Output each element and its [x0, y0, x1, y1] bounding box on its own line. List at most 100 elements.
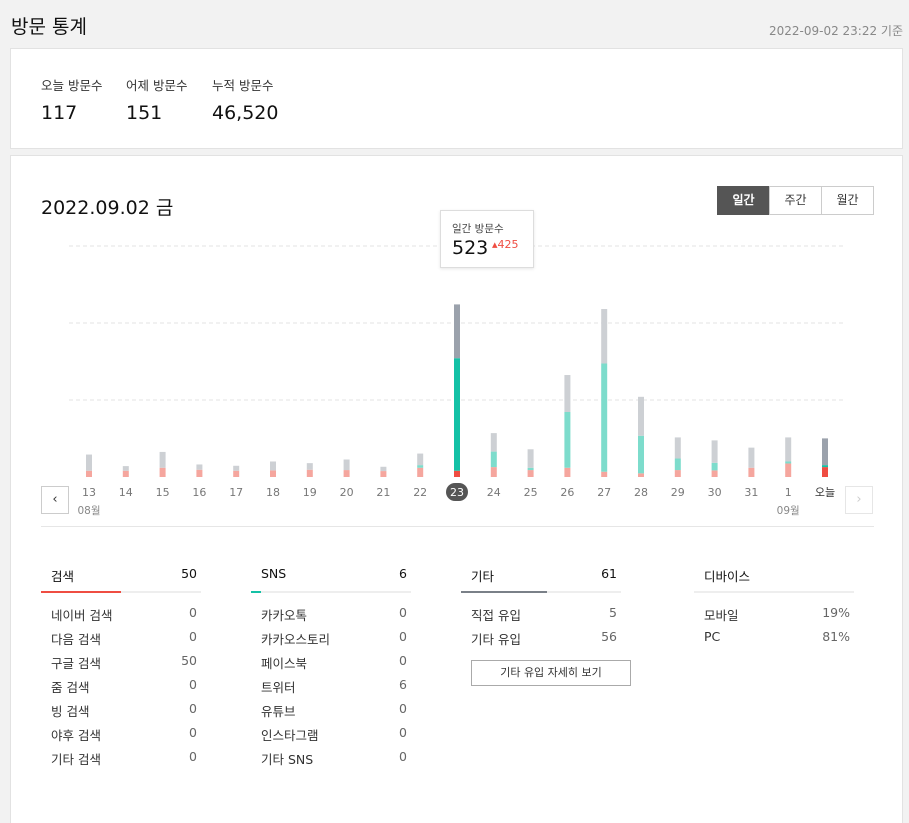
row-label: 직접 유입 [471, 608, 521, 623]
next-week-button[interactable]: › [845, 486, 873, 514]
bar-search [417, 467, 424, 477]
bar-other [711, 440, 718, 463]
row-label: 네이버 검색 [51, 608, 113, 623]
row-value: 6 [399, 677, 407, 692]
prev-week-button[interactable]: ‹ [41, 486, 69, 514]
x-tick-label: 1 [785, 486, 792, 499]
row-label: 유튜브 [261, 704, 296, 719]
bar-search [270, 470, 276, 477]
stat-value: 46,520 [212, 102, 279, 124]
x-tick-label: 31 [744, 486, 758, 499]
x-tick-label: 24 [487, 486, 501, 499]
x-tick-label: 18 [266, 486, 280, 499]
bar-search [638, 473, 644, 477]
row-label: PC [704, 629, 721, 644]
bar-other [748, 447, 755, 468]
x-tick-label: 30 [708, 486, 722, 499]
stats-bar [461, 591, 621, 593]
bar-sns [711, 462, 718, 471]
stats-total: 50 [181, 566, 197, 581]
row-label: 트위터 [261, 680, 296, 695]
other-detail-button[interactable]: 기타 유입 자세히 보기 [471, 660, 631, 686]
bar-other [196, 464, 203, 470]
stats-header: SNS 6 [251, 560, 411, 591]
x-tick-label: 23 [450, 486, 464, 499]
stats-name: 검색 [51, 569, 75, 584]
stats-total: 6 [399, 566, 407, 581]
bar-search [122, 470, 129, 477]
stat-label: 오늘 방문수 [41, 78, 103, 93]
row-value: 56 [601, 629, 617, 644]
bar-other [564, 375, 571, 412]
bar-search [822, 467, 828, 477]
x-tick-label: 오늘 [815, 486, 835, 499]
row-label: 기타 SNS [261, 752, 314, 767]
divider [41, 526, 874, 527]
list-item: 야후 검색 0 [41, 725, 201, 749]
stat-value: 151 [126, 102, 163, 124]
list-item: 네이버 검색 0 [41, 605, 201, 629]
bar-other [601, 309, 608, 364]
x-tick-label: 13 [82, 486, 96, 499]
bar-other [490, 433, 497, 452]
row-value: 0 [399, 749, 407, 764]
row-value: 0 [399, 701, 407, 716]
row-label: 다음 검색 [51, 632, 101, 647]
tooltip-label: 일간 방문수 [452, 223, 504, 235]
bar-other [343, 459, 350, 471]
stats-bar [41, 591, 201, 593]
row-label: 페이스북 [261, 656, 308, 671]
stat-label: 어제 방문수 [126, 78, 188, 93]
bar-search [233, 470, 240, 477]
stats-header: 기타 61 [461, 560, 621, 591]
row-value: 5 [609, 605, 617, 620]
list-item: 줌 검색 0 [41, 677, 201, 701]
bar-search [159, 467, 166, 477]
list-item: 기타 유입 56 [461, 629, 621, 653]
chart-card: 2022.09.02 금 일간 주간 월간 13 14 15 16 17 18 19 20 21… [10, 155, 903, 823]
bar-other [86, 454, 92, 471]
bar-search [196, 469, 203, 477]
bar-other [638, 396, 644, 436]
month-label: 08월 [77, 505, 100, 517]
stat-today: 오늘 방문수 117 [41, 75, 102, 124]
bar-search [711, 470, 718, 477]
x-tick-label: 26 [560, 486, 574, 499]
bar-search [564, 467, 571, 477]
bar-search [748, 467, 755, 477]
row-label: 빙 검색 [51, 704, 90, 719]
list-item: 기타 검색 0 [41, 749, 201, 773]
row-value: 0 [189, 725, 197, 740]
list-item: 모바일 19% [694, 605, 854, 629]
row-value: 50 [181, 653, 197, 668]
bar-sns [527, 467, 534, 471]
bar-sns [490, 451, 497, 468]
stats-bar [251, 591, 411, 593]
x-tick-label: 19 [303, 486, 317, 499]
bar-sns [638, 435, 644, 474]
x-tick-label: 17 [229, 486, 243, 499]
row-label: 기타 검색 [51, 752, 101, 767]
tooltip-value: 523 [452, 237, 489, 259]
page-title: 방문 통계 [11, 16, 87, 38]
bar-other [417, 453, 424, 466]
row-value: 0 [189, 749, 197, 764]
list-item: 빙 검색 0 [41, 701, 201, 725]
stat-total: 누적 방문수 46,520 [212, 75, 278, 124]
bar-other [454, 304, 460, 359]
x-tick-label: 29 [671, 486, 685, 499]
row-label: 인스타그램 [261, 728, 319, 743]
list-item: 구글 검색 50 [41, 653, 201, 677]
stats-search: 검색 50 네이버 검색 0 다음 검색 0 구글 검색 50 줌 검색 0 빙 검색 0… [41, 560, 201, 773]
stats-name: SNS [261, 566, 287, 581]
stats-header: 검색 50 [41, 560, 201, 591]
bar-other [270, 461, 276, 471]
bar-sns [454, 358, 460, 471]
bar-search [380, 471, 387, 477]
bar-other [822, 438, 828, 466]
bar-search [785, 463, 792, 477]
tooltip-delta: ▴425 [492, 238, 519, 251]
x-tick-label: 20 [340, 486, 354, 499]
list-item: 직접 유입 5 [461, 605, 621, 629]
row-value: 0 [189, 701, 197, 716]
